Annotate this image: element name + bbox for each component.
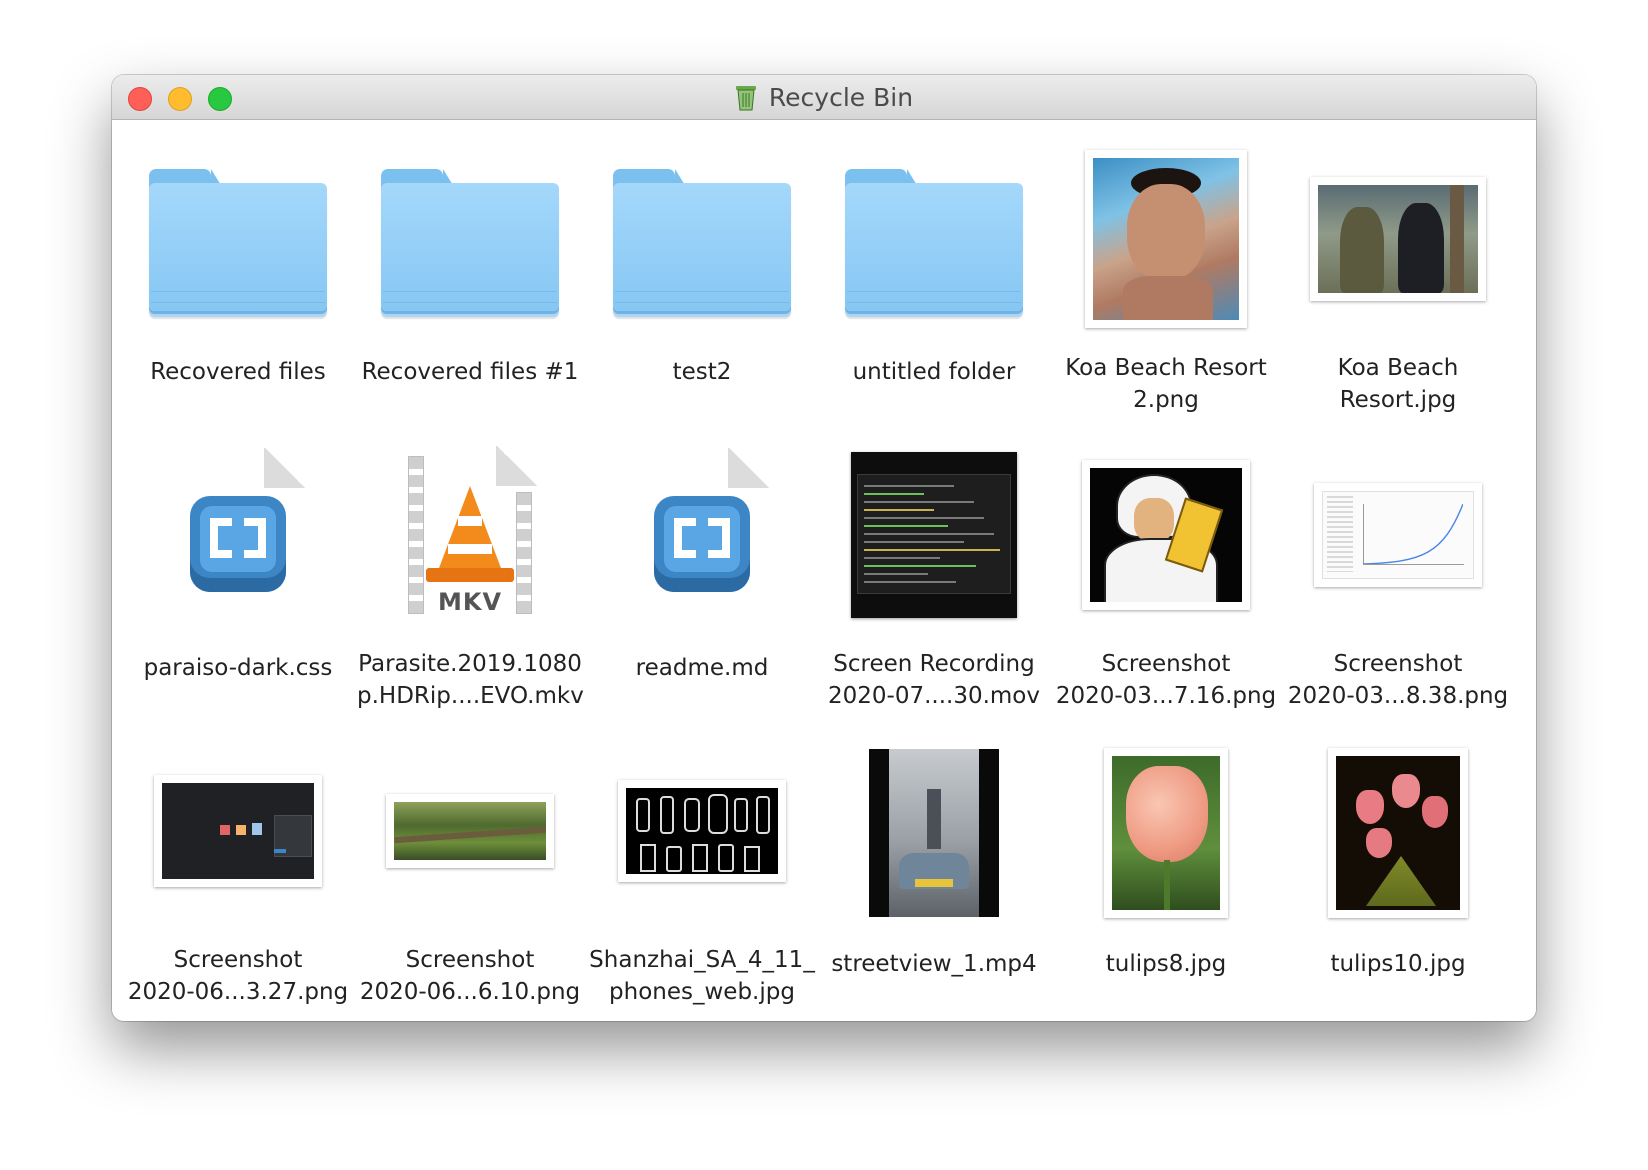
file-grid-area: Recovered files Recovered files #1 test2… — [112, 120, 1536, 1021]
file-item[interactable]: untitled folder — [818, 120, 1050, 416]
video-thumbnail — [851, 452, 1017, 618]
brackets-app-icon — [190, 496, 286, 592]
folder-icon — [149, 169, 327, 313]
desktop: Recycle Bin Recovered files Recovered fi… — [0, 0, 1648, 1170]
image-thumbnail — [154, 775, 322, 887]
file-item[interactable]: MKV Parasite.2019.1080 p.HDRip....EVO.mk… — [354, 416, 586, 712]
photo-thumbnail — [1104, 748, 1228, 918]
folder-icon — [845, 169, 1023, 313]
image-thumbnail — [1082, 460, 1250, 610]
file-name: Parasite.2019.1080 p.HDRip....EVO.mkv — [357, 651, 584, 709]
file-item[interactable]: paraiso-dark.css — [122, 416, 354, 712]
file-name: tulips8.jpg — [1105, 951, 1227, 977]
file-name: streetview_1.mp4 — [831, 951, 1037, 977]
file-item[interactable]: tulips10.jpg — [1282, 712, 1514, 1008]
file-item[interactable]: readme.md — [586, 416, 818, 712]
file-item[interactable]: Screenshot 2020-03...8.38.png — [1282, 416, 1514, 712]
file-name: untitled folder — [852, 359, 1016, 385]
file-name: readme.md — [635, 655, 769, 681]
title-bar[interactable]: Recycle Bin — [112, 75, 1536, 120]
brackets-app-icon — [654, 496, 750, 592]
file-name: paraiso-dark.css — [143, 655, 333, 681]
file-name: Shanzhai_SA_4_11_ phones_web.jpg — [589, 947, 815, 1005]
file-item[interactable]: Recovered files — [122, 120, 354, 416]
file-item[interactable]: Shanzhai_SA_4_11_ phones_web.jpg — [586, 712, 818, 1008]
file-item[interactable]: streetview_1.mp4 — [818, 712, 1050, 1008]
file-name: Screenshot 2020-06...3.27.png — [127, 947, 349, 1005]
recycle-bin-icon — [735, 86, 756, 111]
file-name: Recovered files #1 — [361, 359, 579, 385]
image-thumbnail — [386, 794, 554, 868]
document-icon: MKV — [402, 446, 538, 624]
file-name: Recovered files — [150, 359, 326, 385]
document-icon — [170, 448, 306, 626]
vlc-cone-icon — [436, 486, 504, 576]
file-name: Screen Recording 2020-07....30.mov — [827, 651, 1040, 709]
window-title: Recycle Bin — [768, 82, 914, 112]
photo-thumbnail — [1085, 150, 1247, 328]
window-title-group: Recycle Bin — [112, 75, 1536, 119]
file-item[interactable]: Koa Beach Resort.jpg — [1282, 120, 1514, 416]
file-name: Koa Beach Resort 2.png — [1065, 355, 1267, 413]
file-item[interactable]: Screenshot 2020-03...7.16.png — [1050, 416, 1282, 712]
photo-thumbnail — [1310, 177, 1486, 301]
file-item[interactable]: Screen Recording 2020-07....30.mov — [818, 416, 1050, 712]
file-type-badge: MKV — [437, 588, 503, 616]
file-item[interactable]: Screenshot 2020-06...6.10.png — [354, 712, 586, 1008]
document-icon — [634, 448, 770, 626]
file-item[interactable]: Recovered files #1 — [354, 120, 586, 416]
image-thumbnail — [1314, 483, 1482, 587]
file-name: Screenshot 2020-03...7.16.png — [1055, 651, 1277, 709]
file-name: tulips10.jpg — [1330, 951, 1466, 977]
file-name: Screenshot 2020-06...6.10.png — [359, 947, 581, 1005]
file-name: Koa Beach Resort.jpg — [1337, 355, 1459, 413]
file-item[interactable]: Koa Beach Resort 2.png — [1050, 120, 1282, 416]
folder-icon — [381, 169, 559, 313]
image-thumbnail — [618, 780, 786, 882]
file-item[interactable]: test2 — [586, 120, 818, 416]
file-item[interactable]: Screenshot 2020-06...3.27.png — [122, 712, 354, 1008]
photo-thumbnail — [1328, 748, 1468, 918]
video-thumbnail — [869, 749, 999, 917]
file-name: Screenshot 2020-03...8.38.png — [1287, 651, 1509, 709]
file-grid: Recovered files Recovered files #1 test2… — [122, 120, 1514, 1008]
folder-icon — [613, 169, 791, 313]
finder-window: Recycle Bin Recovered files Recovered fi… — [112, 75, 1536, 1021]
file-item[interactable]: tulips8.jpg — [1050, 712, 1282, 1008]
file-name: test2 — [672, 359, 732, 385]
